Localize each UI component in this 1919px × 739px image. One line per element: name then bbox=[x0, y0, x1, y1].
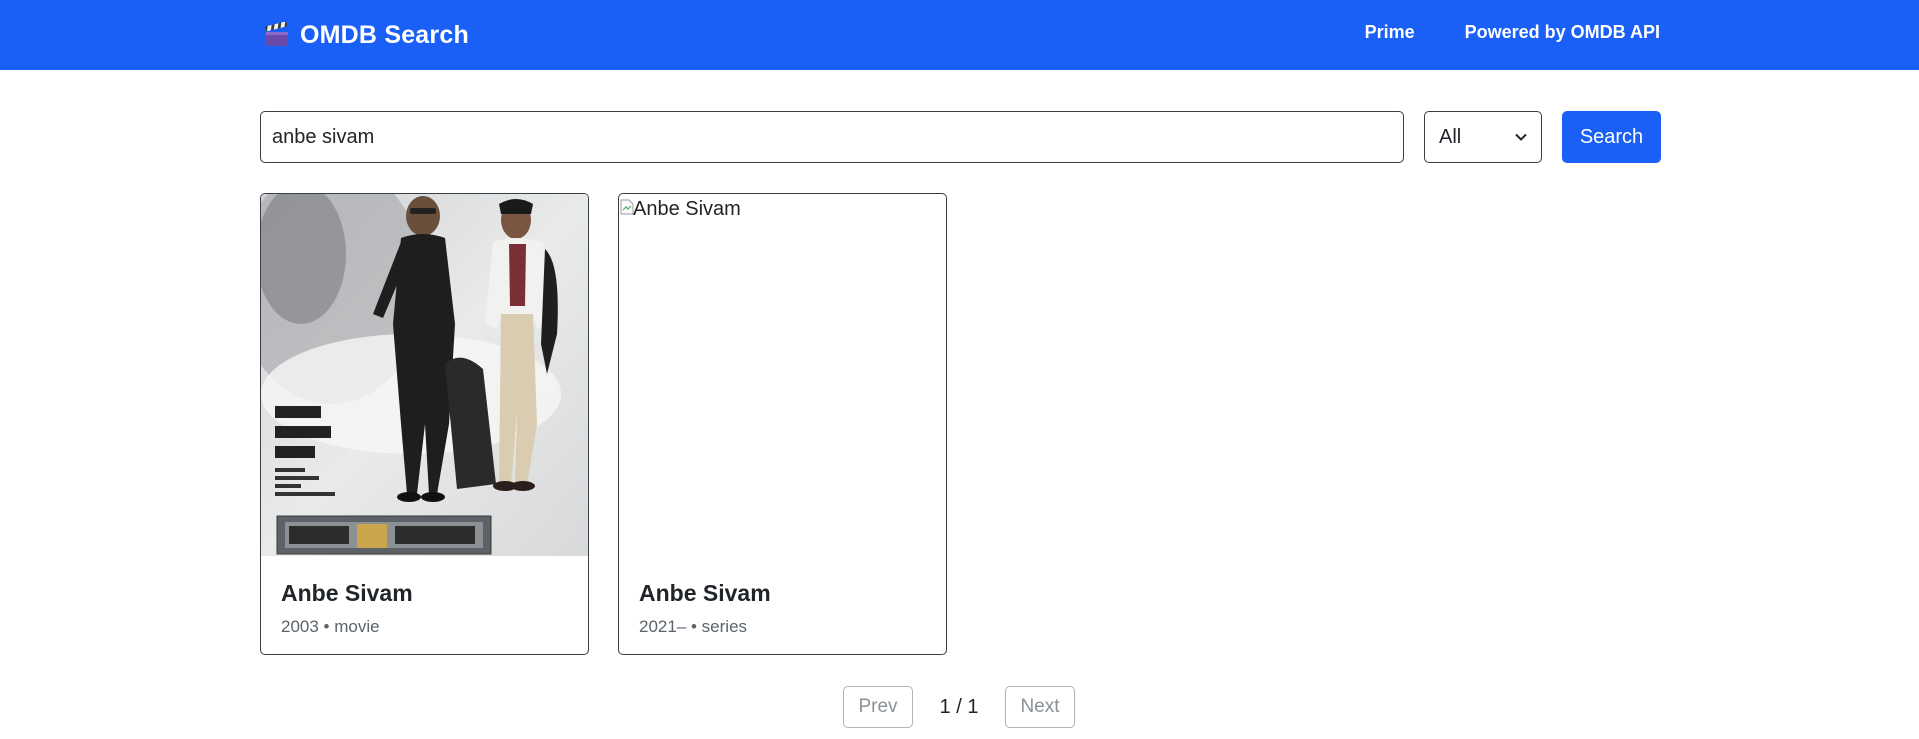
result-card[interactable]: Anbe Sivam Anbe Sivam 2021– • series bbox=[618, 193, 947, 655]
page-info: 1 / 1 bbox=[939, 695, 979, 718]
next-page-button[interactable]: Next bbox=[1005, 686, 1075, 728]
broken-poster-image: Anbe Sivam bbox=[619, 194, 946, 556]
chevron-down-icon bbox=[1515, 133, 1527, 141]
type-select-value: All bbox=[1439, 125, 1462, 148]
top-navbar: OMDB Search Prime Powered by OMDB API bbox=[0, 0, 1919, 70]
search-input[interactable] bbox=[260, 111, 1404, 163]
card-title: Anbe Sivam bbox=[639, 580, 771, 606]
brand-title: OMDB Search bbox=[300, 20, 469, 49]
movie-poster-image bbox=[261, 194, 588, 556]
type-select[interactable]: All bbox=[1424, 111, 1542, 163]
search-form: All Search bbox=[260, 111, 1661, 163]
result-card[interactable]: Anbe Sivam 2003 • movie bbox=[260, 193, 589, 655]
search-button[interactable]: Search bbox=[1562, 111, 1661, 163]
prev-page-button[interactable]: Prev bbox=[843, 686, 913, 728]
card-meta: 2003 • movie bbox=[281, 617, 380, 636]
card-title: Anbe Sivam bbox=[281, 580, 413, 606]
clapperboard-icon bbox=[264, 22, 288, 46]
nav-link-omdb-api[interactable]: Powered by OMDB API bbox=[1465, 22, 1660, 43]
pagination: Prev 1 / 1 Next bbox=[843, 686, 1075, 728]
card-body: Anbe Sivam 2021– • series bbox=[639, 580, 771, 637]
card-body: Anbe Sivam 2003 • movie bbox=[281, 580, 413, 637]
card-meta: 2021– • series bbox=[639, 617, 748, 636]
nav-link-prime[interactable]: Prime bbox=[1365, 22, 1415, 43]
broken-image-icon bbox=[620, 199, 634, 215]
nav-links: Prime Powered by OMDB API bbox=[1365, 22, 1660, 43]
poster-alt-text: Anbe Sivam bbox=[633, 198, 741, 220]
brand-link[interactable]: OMDB Search bbox=[264, 17, 469, 53]
